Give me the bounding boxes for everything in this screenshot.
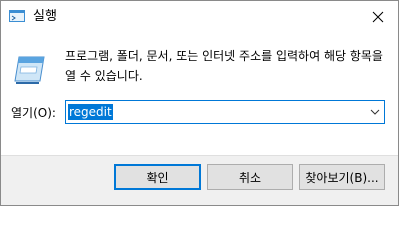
- run-icon: [9, 10, 25, 22]
- run-dialog: 실행 프로그램, 폴더, 문서, 또는 인터넷 주소를 입력하여 해당 항목을 …: [0, 0, 399, 206]
- open-input-value[interactable]: regedit: [68, 104, 113, 120]
- window-title: 실행: [33, 9, 57, 24]
- dialog-description: 프로그램, 폴더, 문서, 또는 인터넷 주소를 입력하여 해당 항목을 열 수…: [65, 49, 383, 83]
- ok-button[interactable]: 확인: [114, 164, 201, 190]
- cancel-button[interactable]: 취소: [207, 164, 293, 190]
- browse-button[interactable]: 찾아보기(B)...: [299, 164, 385, 190]
- open-label: 열기(O):: [11, 106, 56, 120]
- open-combobox[interactable]: regedit: [65, 100, 385, 124]
- close-icon: [372, 11, 384, 23]
- run-dialog-icon: [14, 56, 45, 84]
- chevron-down-icon[interactable]: [370, 107, 380, 117]
- close-button[interactable]: [358, 1, 398, 33]
- dialog-body: 프로그램, 폴더, 문서, 또는 인터넷 주소를 입력하여 해당 항목을 열 수…: [1, 33, 398, 155]
- title-bar[interactable]: 실행: [1, 1, 398, 33]
- button-bar: 확인 취소 찾아보기(B)...: [1, 155, 398, 205]
